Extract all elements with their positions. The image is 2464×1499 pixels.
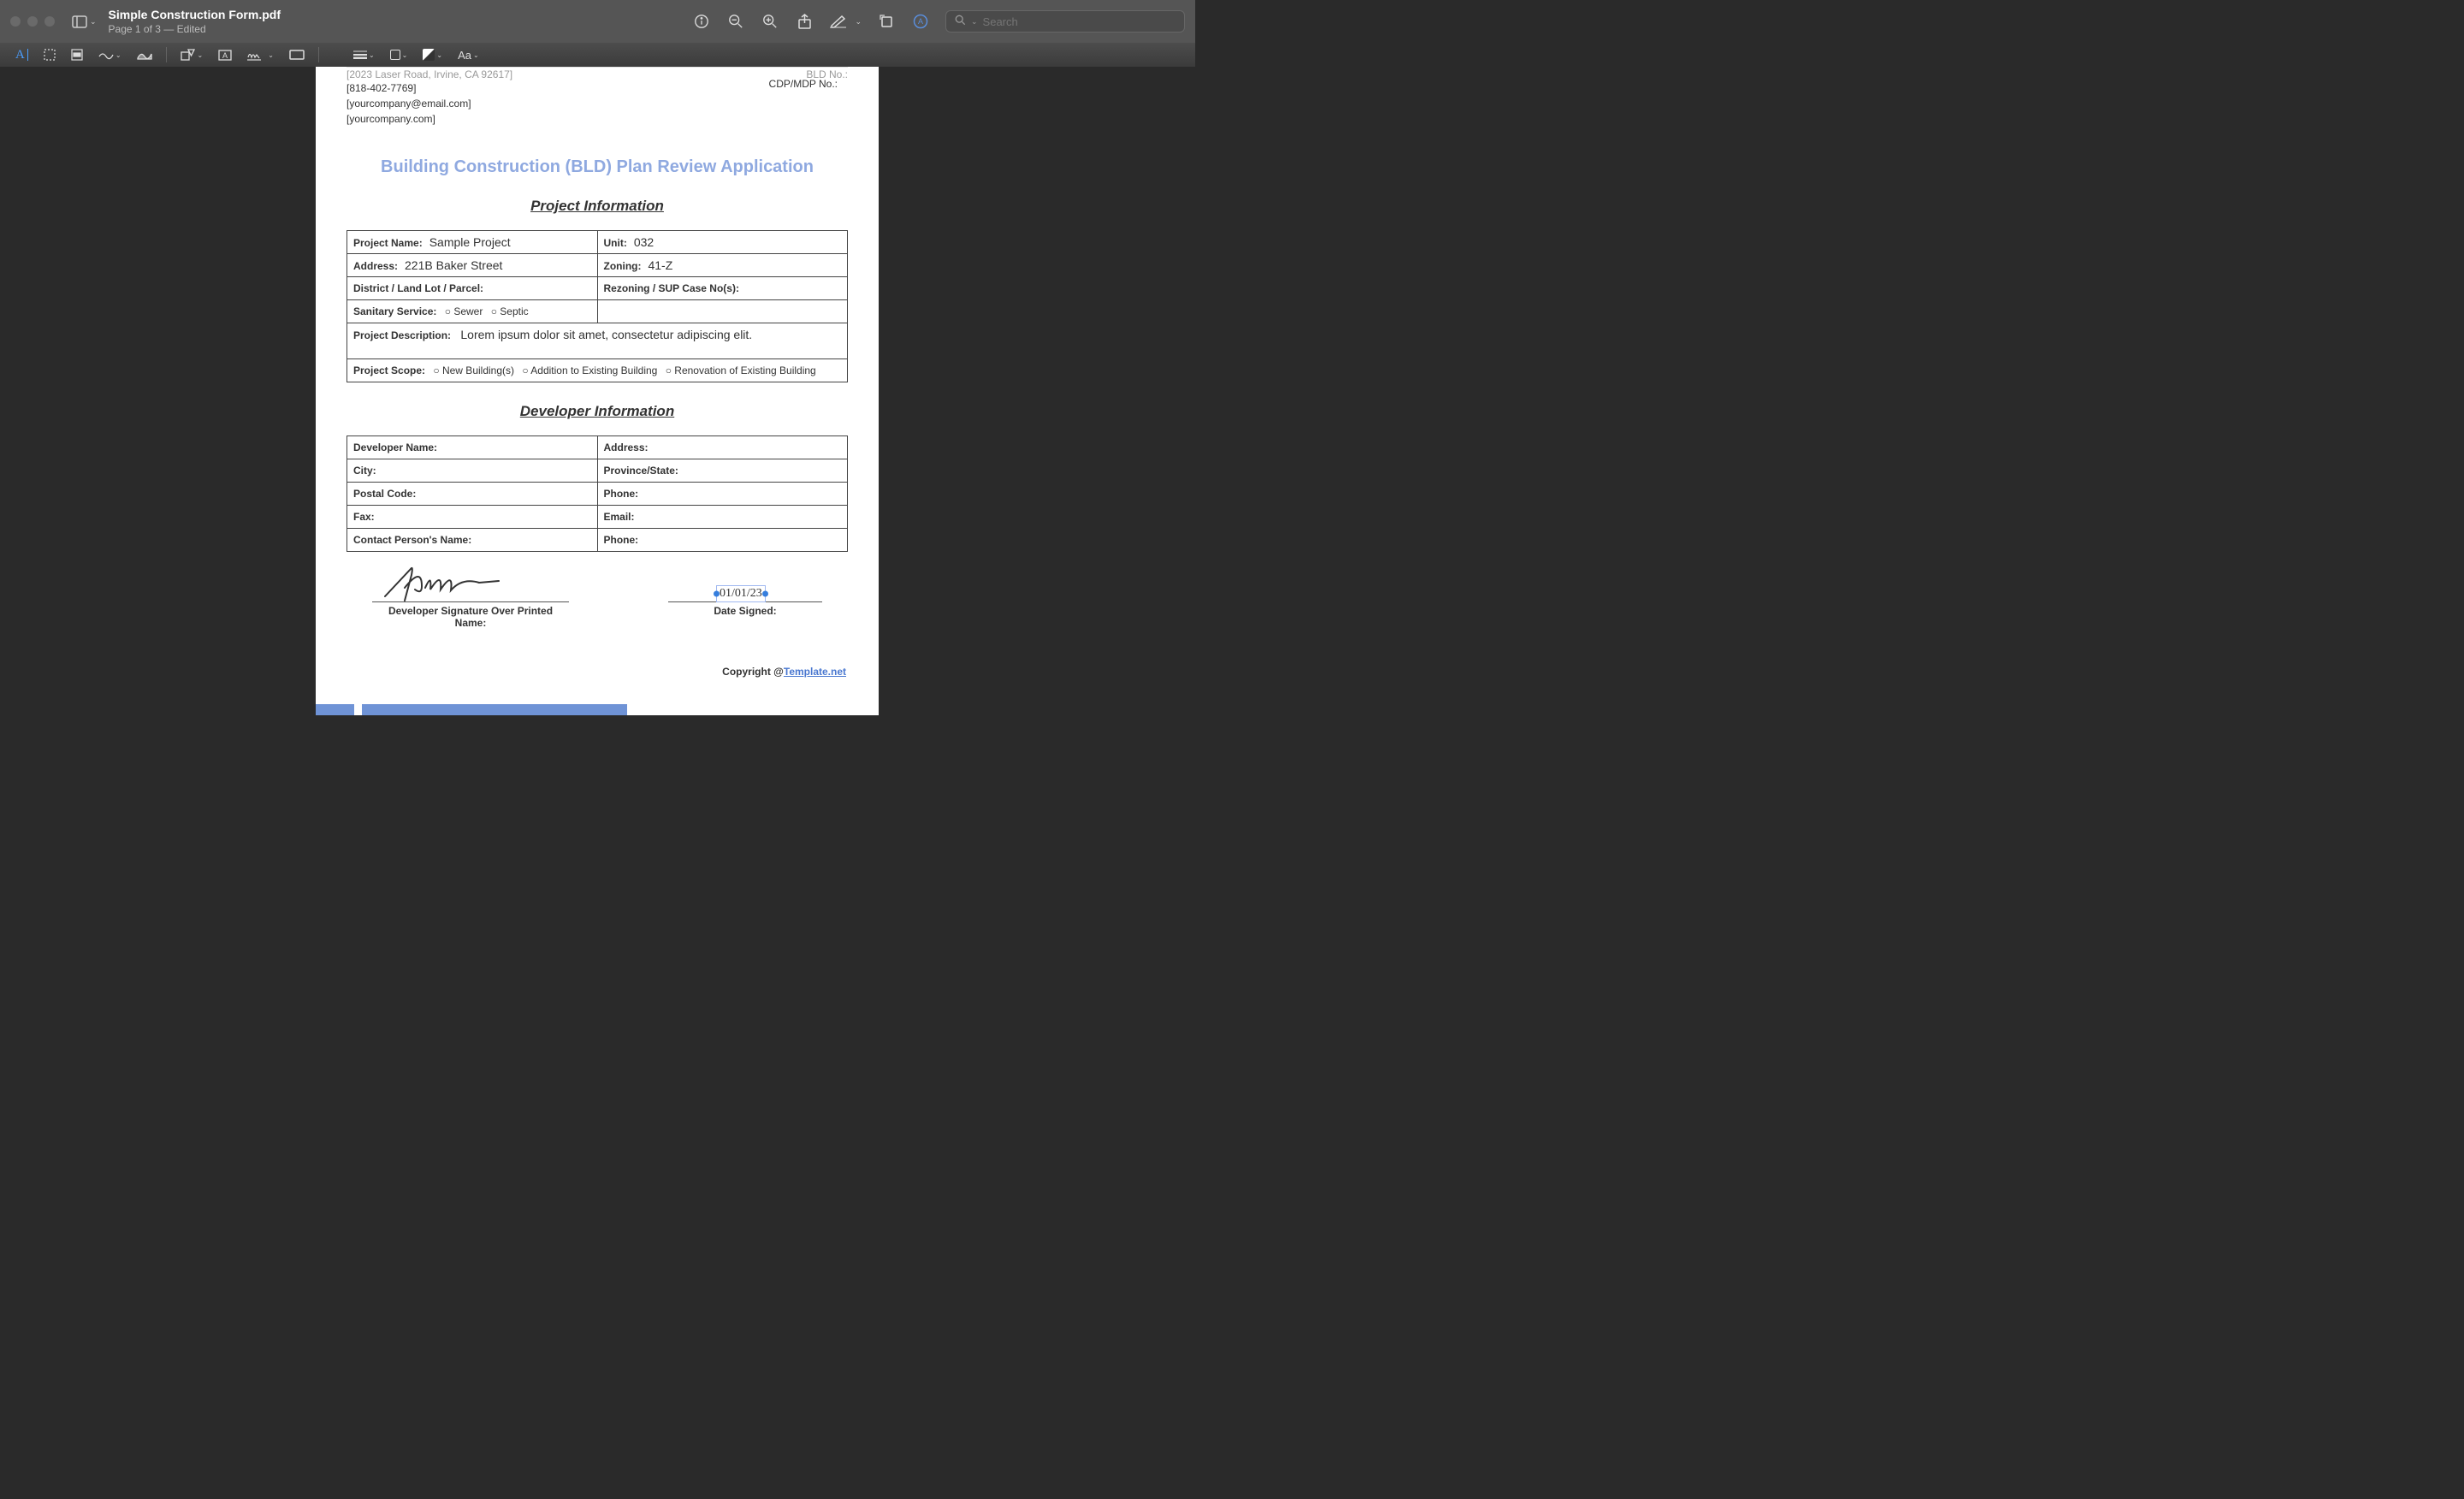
close-window-btn[interactable] — [10, 16, 21, 27]
dev-prov-label: Province/State: — [604, 465, 678, 477]
scope-new-building[interactable]: New Building(s) — [442, 364, 514, 376]
dev-email-label: Email: — [604, 511, 635, 523]
dev-phone-label: Phone: — [604, 488, 639, 500]
selection-tool[interactable] — [44, 49, 56, 61]
markup-toolbar: A ⌄ ⌄ A ⌄ ⌄ ⌄ ⌄ Aa ⌄ — [0, 43, 1195, 67]
dev-postal-label: Postal Code: — [353, 488, 416, 500]
document-subtitle: Page 1 of 3 — Edited — [109, 23, 281, 35]
address-value[interactable]: 221B Baker Street — [405, 258, 502, 272]
signature-label: Developer Signature Over Printed Name: — [372, 605, 569, 629]
fill-color-tool[interactable]: ⌄ — [423, 49, 442, 61]
fullscreen-window-btn[interactable] — [44, 16, 55, 27]
rotate-icon[interactable] — [877, 12, 896, 31]
highlight-circle-icon[interactable]: A — [911, 12, 930, 31]
rect-tool[interactable] — [289, 50, 305, 60]
desc-value[interactable]: Lorem ipsum dolor sit amet, consectetur … — [460, 328, 752, 341]
date-value: 01/01/23 — [720, 587, 762, 600]
document-title: Simple Construction Form.pdf — [109, 8, 281, 21]
line-style-tool[interactable]: ⌄ — [353, 50, 375, 59]
search-dropdown-chevron[interactable]: ⌄ — [971, 17, 978, 27]
search-box[interactable]: ⌄ — [945, 10, 1185, 33]
sketch-tool[interactable]: ⌄ — [98, 50, 121, 60]
pdf-page[interactable]: [2023 Laser Road, Irvine, CA 92617] BLD … — [316, 67, 879, 715]
septic-option[interactable]: Septic — [500, 305, 528, 317]
zoning-label: Zoning: — [604, 260, 642, 272]
scope-renovation[interactable]: Renovation of Existing Building — [674, 364, 815, 376]
signature-image — [381, 562, 518, 603]
date-signed-label: Date Signed: — [668, 605, 822, 617]
shapes-tool[interactable]: ⌄ — [181, 49, 204, 61]
border-color-tool[interactable]: ⌄ — [390, 50, 408, 60]
desc-label: Project Description: — [353, 329, 451, 341]
unit-label: Unit: — [604, 237, 627, 249]
svg-text:A: A — [918, 17, 923, 26]
svg-text:A: A — [222, 51, 228, 60]
text-tool[interactable]: A — [15, 48, 28, 62]
copyright-text: Copyright @Template.net — [722, 666, 846, 678]
search-input[interactable] — [983, 15, 1176, 28]
sign-tool[interactable]: ⌄ — [247, 49, 274, 61]
template-link[interactable]: Template.net — [784, 666, 846, 678]
zoning-value[interactable]: 41-Z — [648, 258, 672, 272]
company-web: [yourcompany.com] — [346, 111, 848, 127]
project-info-header: Project Information — [346, 198, 848, 215]
markup-dropdown[interactable]: ⌄ — [855, 17, 862, 27]
sidebar-toggle[interactable]: ⌄ — [68, 12, 100, 32]
share-icon[interactable] — [795, 12, 814, 31]
project-name-value[interactable]: Sample Project — [429, 235, 511, 249]
redact-tool[interactable] — [71, 49, 83, 61]
scope-label: Project Scope: — [353, 364, 425, 376]
text-box-tool[interactable]: A — [218, 50, 232, 61]
fill-sketch-tool[interactable] — [137, 50, 152, 60]
address-label: Address: — [353, 260, 398, 272]
zoom-out-icon[interactable] — [726, 12, 745, 31]
font-tool[interactable]: Aa ⌄ — [458, 49, 479, 62]
document-viewport[interactable]: [2023 Laser Road, Irvine, CA 92617] BLD … — [0, 67, 1195, 727]
markup-icon[interactable] — [829, 12, 848, 31]
dev-phone2-label: Phone: — [604, 534, 639, 546]
footer-band-2 — [362, 704, 627, 715]
rezoning-label: Rezoning / SUP Case No(s): — [604, 282, 739, 294]
info-icon[interactable] — [692, 12, 711, 31]
dev-name-label: Developer Name: — [353, 441, 437, 453]
project-info-table: Project Name: Sample Project Unit: 032 Add… — [346, 230, 848, 382]
project-name-label: Project Name: — [353, 237, 423, 249]
document-main-title: Building Construction (BLD) Plan Review … — [346, 157, 848, 177]
company-email: [yourcompany@email.com] — [346, 96, 848, 111]
district-label: District / Land Lot / Parcel: — [353, 282, 483, 294]
zoom-in-icon[interactable] — [761, 12, 779, 31]
sanitary-label: Sanitary Service: — [353, 305, 436, 317]
dev-city-label: City: — [353, 465, 376, 477]
scope-addition[interactable]: Addition to Existing Building — [530, 364, 657, 376]
document-title-group: Simple Construction Form.pdf Page 1 of 3… — [109, 8, 281, 35]
dev-addr-label: Address: — [604, 441, 649, 453]
dev-contact-label: Contact Person's Name: — [353, 534, 471, 546]
search-icon — [955, 15, 966, 28]
dev-fax-label: Fax: — [353, 511, 375, 523]
developer-info-header: Developer Information — [346, 403, 848, 420]
company-address: [2023 Laser Road, Irvine, CA 92617] — [346, 68, 512, 80]
footer-band-1 — [316, 704, 354, 715]
sewer-option[interactable]: Sewer — [453, 305, 483, 317]
titlebar: ⌄ Simple Construction Form.pdf Page 1 of… — [0, 0, 1195, 43]
cdp-label: CDP/MDP No.: — [769, 78, 838, 90]
date-signed-field[interactable]: 01/01/23 — [716, 585, 766, 602]
unit-value[interactable]: 032 — [634, 235, 654, 249]
window-controls — [10, 16, 55, 27]
developer-info-table: Developer Name: Address: City: Province/St… — [346, 435, 848, 552]
minimize-window-btn[interactable] — [27, 16, 38, 27]
